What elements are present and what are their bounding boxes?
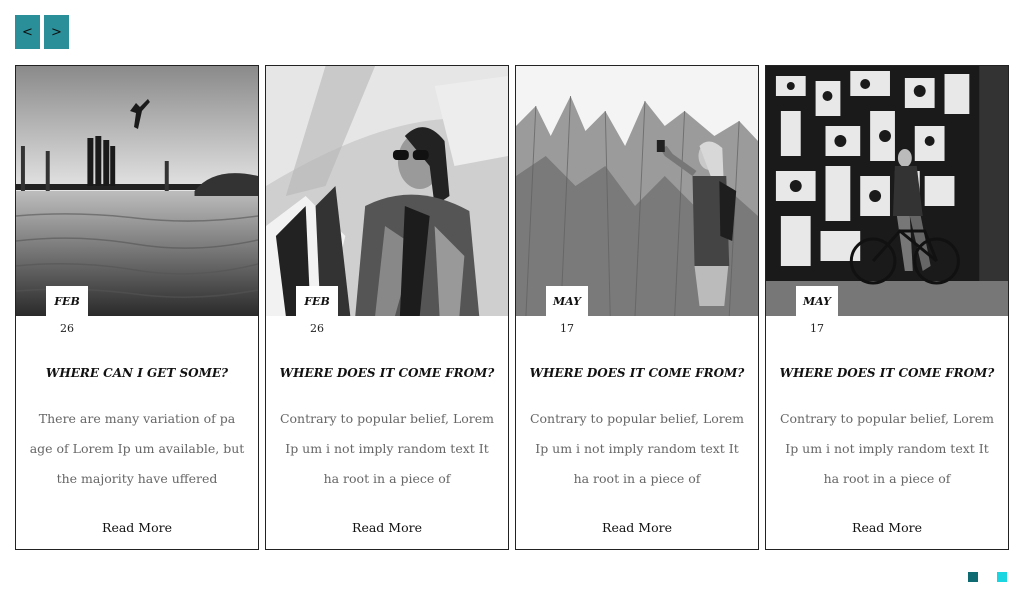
date-badge: FEB (296, 286, 338, 316)
date-month: FEB (304, 294, 330, 308)
read-more-link[interactable]: Read More (266, 520, 508, 535)
card-excerpt: Contrary to popular belief, Lorem Ip um … (279, 411, 495, 486)
pagination-dot[interactable] (997, 572, 1007, 582)
date-badge: MAY (796, 286, 838, 316)
blog-card: FEB 26 WHERE CAN I GET SOME? There are m… (15, 65, 259, 550)
card-carousel: FEB 26 WHERE CAN I GET SOME? There are m… (15, 65, 1009, 550)
date-month: MAY (552, 294, 581, 308)
date-month: FEB (54, 294, 80, 308)
date-day: 17 (810, 322, 824, 335)
card-title: WHERE CAN I GET SOME? (45, 366, 229, 380)
carousel-nav: < > (15, 15, 69, 49)
blog-card: MAY 17 WHERE DOES IT COME FROM? Contrary… (515, 65, 759, 550)
graffiti-bicycle-photo (766, 66, 1008, 316)
read-more-link[interactable]: Read More (766, 520, 1008, 535)
next-button[interactable]: > (44, 15, 69, 49)
card-title: WHERE DOES IT COME FROM? (529, 366, 745, 380)
date-day: 26 (310, 322, 324, 335)
card-excerpt: Contrary to popular belief, Lorem Ip um … (779, 411, 995, 486)
lake-jump-photo (16, 66, 258, 316)
card-title: WHERE DOES IT COME FROM? (779, 366, 995, 380)
date-badge: MAY (546, 286, 588, 316)
card-title: WHERE DOES IT COME FROM? (279, 366, 495, 380)
blog-card: MAY 17 WHERE DOES IT COME FROM? Contrary… (765, 65, 1009, 550)
read-more-link[interactable]: Read More (516, 520, 758, 535)
pagination-dot-active[interactable] (968, 572, 978, 582)
date-month: MAY (802, 294, 831, 308)
date-day: 17 (560, 322, 574, 335)
sunglasses-woman-photo (266, 66, 508, 316)
card-excerpt: There are many variation of pa age of Lo… (29, 411, 245, 486)
card-excerpt: Contrary to popular belief, Lorem Ip um … (529, 411, 745, 486)
mountain-selfie-photo (516, 66, 758, 316)
blog-card: FEB 26 WHERE DOES IT COME FROM? Contrary… (265, 65, 509, 550)
date-day: 26 (60, 322, 74, 335)
read-more-link[interactable]: Read More (16, 520, 258, 535)
carousel-pagination (968, 572, 1007, 582)
date-badge: FEB (46, 286, 88, 316)
prev-button[interactable]: < (15, 15, 40, 49)
